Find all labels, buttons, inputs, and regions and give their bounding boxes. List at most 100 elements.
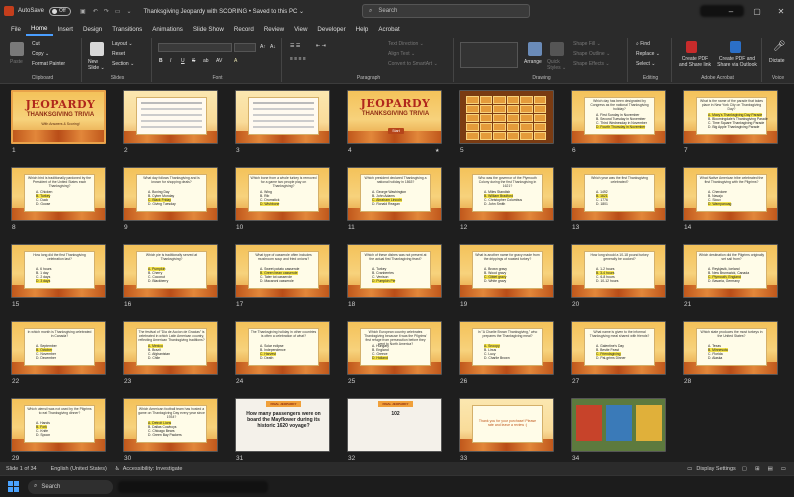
slideshow-icon[interactable]: ▭ <box>115 8 121 15</box>
copy-button[interactable]: Copy ⌄ <box>32 51 49 57</box>
tab-review[interactable]: Review <box>259 26 289 36</box>
slide-thumbnail-28[interactable]: Which state produces the most turkeys in… <box>683 321 778 375</box>
slide-thumbnail-32[interactable]: FINAL JEOPARDY 102 <box>347 398 442 452</box>
tab-animations[interactable]: Animations <box>147 26 188 36</box>
taskbar-apps[interactable] <box>118 481 268 493</box>
slide-thumbnail-15[interactable]: How long did the first Thanksgiving cele… <box>11 244 106 298</box>
new-slide-button[interactable]: New Slide ⌄ <box>88 59 108 71</box>
tab-help[interactable]: Help <box>351 26 374 36</box>
paste-icon[interactable] <box>10 42 24 56</box>
slide-thumbnail-25[interactable]: Which European country celebrates Thanks… <box>347 321 442 375</box>
slide-thumbnail-18[interactable]: Which of these dishes was not present at… <box>347 244 442 298</box>
autosave-toggle[interactable]: Off <box>49 6 72 16</box>
indent-icon[interactable]: ⇤ ⇥ <box>316 43 326 49</box>
slide-thumbnail-10[interactable]: Which bone from a whole turkey is remove… <box>235 167 330 221</box>
tab-home[interactable]: Home <box>25 25 53 36</box>
close-icon[interactable]: ✕ <box>768 0 794 22</box>
tab-view[interactable]: View <box>289 26 312 36</box>
select-button[interactable]: Select ⌄ <box>636 61 655 67</box>
tab-design[interactable]: Design <box>78 26 107 36</box>
slide-thumbnail-2[interactable] <box>123 90 218 144</box>
reading-view-icon[interactable]: ▤ <box>768 466 773 472</box>
bold-button[interactable]: B <box>159 58 163 64</box>
language-status[interactable]: English (United States) <box>51 466 107 472</box>
reset-button[interactable]: Reset <box>112 51 125 57</box>
create-pdf-outlook-icon[interactable] <box>730 41 741 53</box>
slide-thumbnail-4[interactable]: JEOPARDY THANKSGIVING TRIVIA Start <box>347 90 442 144</box>
slide-thumbnail-19[interactable]: What is another name for gravy made from… <box>459 244 554 298</box>
tab-slide-show[interactable]: Slide Show <box>188 26 229 36</box>
section-button[interactable]: Section ⌄ <box>112 61 134 67</box>
underline-button[interactable]: U <box>181 58 185 64</box>
slide-thumbnail-31[interactable]: FINAL JEOPARDY How many passengers were o… <box>235 398 330 452</box>
shape-effects-button[interactable]: Shape Effects ⌄ <box>573 61 610 67</box>
slideshow-view-icon[interactable]: ▭ <box>781 466 786 472</box>
create-pdf-outlook-button[interactable]: Create PDF and Share via Outlook <box>714 56 760 68</box>
taskbar-search[interactable]: ⌕ Search <box>28 479 113 494</box>
shape-outline-button[interactable]: Shape Outline ⌄ <box>573 51 610 57</box>
slide-thumbnail-21[interactable]: Which destination did the Pilgrims origi… <box>683 244 778 298</box>
slide-thumbnail-29[interactable]: Which utensil was not used by the Pilgri… <box>11 398 106 452</box>
slide-thumbnail-5[interactable] <box>459 90 554 144</box>
slide-thumbnail-11[interactable]: Which president declared Thanksgiving a … <box>347 167 442 221</box>
shapes-gallery[interactable] <box>460 42 518 68</box>
layout-button[interactable]: Layout ⌄ <box>112 41 133 47</box>
slide-thumbnail-17[interactable]: What type of casserole often includes mu… <box>235 244 330 298</box>
slide-thumbnail-7[interactable]: What is the name of the parade that take… <box>683 90 778 144</box>
slide-thumbnail-23[interactable]: The festival of "Dia de Accion de Gracia… <box>123 321 218 375</box>
slide-thumbnail-30[interactable]: Which American football team has hosted … <box>123 398 218 452</box>
slide-thumbnail-22[interactable]: In which month is Thanksgiving celebrate… <box>11 321 106 375</box>
shrink-font-icon[interactable]: A↓ <box>270 44 276 50</box>
text-direction-button[interactable]: Text Direction ⌄ <box>388 41 424 47</box>
accessibility-status[interactable]: Accessibility: Investigate <box>123 466 183 472</box>
font-name-box[interactable] <box>158 43 232 52</box>
font-color-icon[interactable]: A <box>234 58 237 64</box>
slide-thumbnail-24[interactable]: The Thanksgiving holiday in other countr… <box>235 321 330 375</box>
slide-thumbnail-1[interactable]: JEOPARDY THANKSGIVING TRIVIA With Answers … <box>11 90 106 144</box>
document-title[interactable]: Thanksgiving Jeopardy with SCORING • Sav… <box>143 8 304 15</box>
shadow-button[interactable]: ab <box>203 58 209 64</box>
bullets-icon[interactable]: ☰ ☰ <box>290 43 300 49</box>
dictate-button[interactable]: Dictate <box>769 58 785 64</box>
maximize-icon[interactable]: ▢ <box>744 0 770 22</box>
tab-record[interactable]: Record <box>229 26 259 36</box>
slide-thumbnail-12[interactable]: Who was the governor of the Plymouth Col… <box>459 167 554 221</box>
normal-view-icon[interactable]: ▢ <box>742 466 747 472</box>
slide-thumbnail-8[interactable]: Which bird is traditionally pardoned by … <box>11 167 106 221</box>
slide-thumbnail-27[interactable]: What name is given to the informal Thank… <box>571 321 666 375</box>
slide-thumbnail-9[interactable]: What day follows Thanksgiving and is kno… <box>123 167 218 221</box>
slide-thumbnail-16[interactable]: Which pie is traditionally served at Tha… <box>123 244 218 298</box>
create-pdf-link-icon[interactable] <box>686 41 697 53</box>
tab-transitions[interactable]: Transitions <box>107 26 147 36</box>
microphone-icon[interactable]: 🎤︎ <box>773 41 786 52</box>
arrange-icon[interactable] <box>528 42 542 56</box>
format-painter-button[interactable]: Format Painter <box>32 61 65 67</box>
tab-file[interactable]: File <box>6 26 26 36</box>
redo-icon[interactable]: ↷ <box>104 8 109 15</box>
character-spacing-button[interactable]: AV <box>216 58 222 64</box>
slide-thumbnail-26[interactable]: In "A Charlie Brown Thanksgiving," who p… <box>459 321 554 375</box>
create-pdf-share-link-button[interactable]: Create PDF and Share link <box>677 56 713 68</box>
slide-thumbnail-13[interactable]: Which year was the first Thanksgiving ce… <box>571 167 666 221</box>
shape-fill-button[interactable]: Shape Fill ⌄ <box>573 41 601 47</box>
slide-thumbnail-6[interactable]: Which day has been designated by Congres… <box>571 90 666 144</box>
replace-button[interactable]: Replace ⌄ <box>636 51 660 57</box>
slide-thumbnail-14[interactable]: What Native American tribe celebrated th… <box>683 167 778 221</box>
slide-thumbnail-33[interactable]: Thank you for your purchase! Please rate… <box>459 398 554 452</box>
align-text-button[interactable]: Align Text ⌄ <box>388 51 415 57</box>
tab-acrobat[interactable]: Acrobat <box>373 26 404 36</box>
quick-styles-button[interactable]: Quick Styles ⌄ <box>547 59 569 71</box>
sorter-view-icon[interactable]: ⊞ <box>755 466 760 472</box>
align-icons[interactable]: ≡ ≡ ≡ ≡ <box>290 56 306 62</box>
new-slide-icon[interactable] <box>90 42 104 56</box>
strikethrough-button[interactable]: S <box>192 58 195 64</box>
paste-button[interactable]: Paste <box>10 59 23 65</box>
customize-qat-icon[interactable]: ⌄ <box>126 8 131 15</box>
cut-button[interactable]: Cut <box>32 41 40 47</box>
tab-insert[interactable]: Insert <box>53 26 78 36</box>
slide-thumbnail-20[interactable]: How long should a 10-18 pound turkey gen… <box>571 244 666 298</box>
arrange-button[interactable]: Arrange <box>524 59 542 65</box>
find-button[interactable]: ⌕ Find <box>636 41 650 47</box>
search-box[interactable]: ⌕ Search <box>362 4 530 18</box>
font-size-box[interactable] <box>234 43 256 52</box>
